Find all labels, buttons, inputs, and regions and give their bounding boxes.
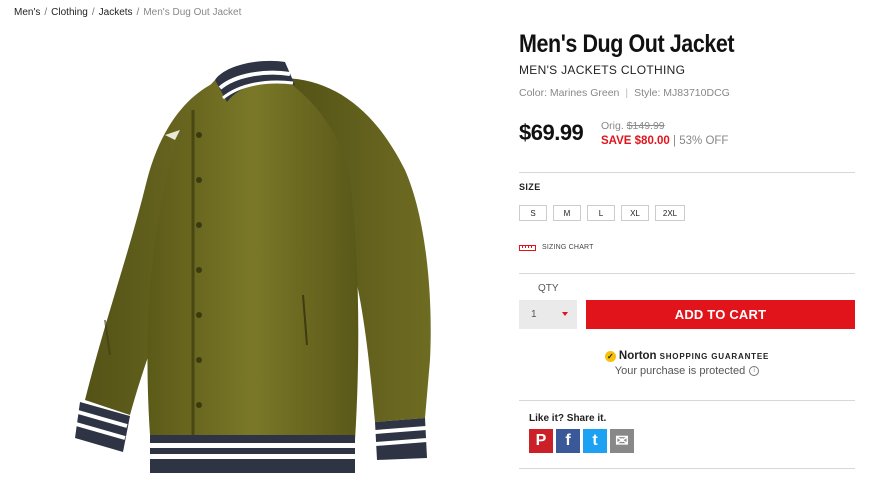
qty-select[interactable]: 1 <box>519 300 577 329</box>
meta-divider: | <box>625 87 629 99</box>
breadcrumb-clothing[interactable]: Clothing <box>51 7 88 18</box>
divider <box>519 400 855 401</box>
sale-price: $69.99 <box>519 120 584 145</box>
color-label: Color: Marines Green <box>519 87 620 99</box>
ruler-icon <box>519 244 536 251</box>
twitter-icon[interactable]: t <box>583 429 607 453</box>
discount-divider: | <box>673 135 677 147</box>
size-option-2xl[interactable]: 2XL <box>655 205 685 221</box>
divider <box>519 172 855 173</box>
breadcrumb-mens[interactable]: Men's <box>14 7 40 18</box>
email-icon[interactable]: ✉ <box>610 429 634 453</box>
product-subtitle: MEN'S JACKETS CLOTHING <box>519 63 686 77</box>
size-option-xl[interactable]: XL <box>621 205 649 221</box>
save-text: SAVE $80.00 <box>601 135 670 147</box>
caret-down-icon <box>562 312 568 316</box>
share-icons: P f t ✉ <box>529 429 634 453</box>
facebook-icon[interactable]: f <box>556 429 580 453</box>
breadcrumb-separator: / <box>136 7 140 18</box>
qty-label: QTY <box>538 283 559 294</box>
pinterest-icon[interactable]: P <box>529 429 553 453</box>
style-label: Style: MJ83710DCG <box>634 87 730 99</box>
checkmark-icon: ✓ <box>604 350 616 362</box>
product-image[interactable] <box>75 40 435 480</box>
size-option-m[interactable]: M <box>553 205 581 221</box>
share-title: Like it? Share it. <box>529 413 607 424</box>
norton-sub-label: Your purchase is protected <box>614 365 746 377</box>
savings: SAVE $80.00 | 53% OFF <box>601 135 728 147</box>
breadcrumb-current: Men's Dug Out Jacket <box>143 7 242 18</box>
original-price: Orig. $149.99 <box>601 120 665 132</box>
product-info: Men's Dug Out Jacket MEN'S JACKETS CLOTH… <box>519 30 855 469</box>
orig-label: Orig. <box>601 120 624 132</box>
size-option-l[interactable]: L <box>587 205 615 221</box>
olive-jacket-image <box>75 60 431 473</box>
info-icon[interactable]: i <box>749 366 760 376</box>
orig-price-value: $149.99 <box>626 120 665 132</box>
qty-value: 1 <box>531 309 537 320</box>
price-block: $69.99 Orig. $149.99 SAVE $80.00 | 53% O… <box>519 120 855 160</box>
size-label: SIZE <box>519 182 541 192</box>
sizing-chart-label: SIZING CHART <box>542 244 594 251</box>
product-meta: Color: Marines Green | Style: MJ83710DCG <box>519 87 855 99</box>
breadcrumb-separator: / <box>44 7 48 18</box>
breadcrumb-jackets[interactable]: Jackets <box>99 7 133 18</box>
divider <box>519 468 855 469</box>
size-option-s[interactable]: S <box>519 205 547 221</box>
add-to-cart-button[interactable]: ADD TO CART <box>586 300 855 329</box>
divider <box>519 273 855 274</box>
norton-subtext: Your purchase is protected i <box>519 365 855 377</box>
norton-guarantee-label: SHOPPING GUARANTEE <box>659 351 770 361</box>
norton-line: ✓ Norton SHOPPING GUARANTEE <box>519 350 855 362</box>
breadcrumb: Men's / Clothing / Jackets / Men's Dug Out Jac… <box>14 7 241 18</box>
breadcrumb-separator: / <box>91 7 95 18</box>
norton-guarantee: ✓ Norton SHOPPING GUARANTEE Your purchas… <box>519 350 855 377</box>
norton-brand: Norton <box>618 350 657 362</box>
sizing-chart-link[interactable]: SIZING CHART <box>519 244 594 251</box>
page-title: Men's Dug Out Jacket <box>519 30 735 58</box>
discount-percent: 53% OFF <box>679 135 729 147</box>
size-options: S M L XL 2XL <box>519 205 685 221</box>
